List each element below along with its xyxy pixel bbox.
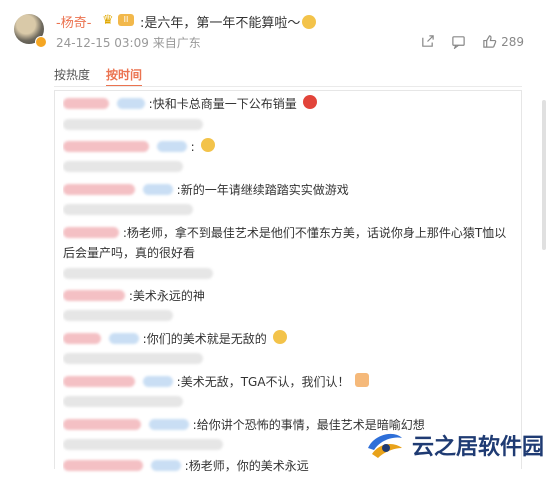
blurred-badge <box>142 184 173 195</box>
post-location: 来自广东 <box>152 36 201 50</box>
post-text-content: :是六年，第一年不能算啦～ <box>140 16 301 31</box>
blurred-username <box>63 184 135 195</box>
like-count: 289 <box>501 34 524 49</box>
comment-text: :快和卡总商量一下公布销量 <box>148 97 297 111</box>
angry-emoji-icon <box>302 95 317 109</box>
watermark-text: 云之居软件园 <box>411 435 544 460</box>
comment-text: :新的一年请继续踏踏实实做游戏 <box>176 183 349 197</box>
blurred-text <box>63 310 173 321</box>
comment-row[interactable]: :你们的美术就是无敌的 <box>63 330 513 350</box>
blurred-badge <box>108 333 139 344</box>
comment-row[interactable]: :美术永远的神 <box>63 287 513 307</box>
comment-icon <box>452 36 465 49</box>
author-name[interactable]: -杨奇- <box>56 12 91 31</box>
tab-sort-hot[interactable]: 按热度 <box>54 66 90 83</box>
blurred-username <box>63 290 125 301</box>
crown-icon: ♛ <box>102 13 114 28</box>
comment-row[interactable]: :快和卡总商量一下公布销量 <box>63 95 513 115</box>
level-badge: II <box>118 14 134 26</box>
comment-row[interactable]: :新的一年请继续踏踏实实做游戏 <box>63 181 513 201</box>
comment-reply-row <box>63 202 513 222</box>
comment-text: :杨老师，你的美术永远 <box>184 459 309 473</box>
thumbs-up-emoji-icon <box>355 373 370 387</box>
scrollbar[interactable] <box>542 100 546 250</box>
post-timestamp: 24-12-15 03:09 <box>56 36 149 50</box>
comment-reply-row <box>63 351 513 371</box>
comment-row[interactable]: :美术无敌，TGA不认，我们认！ <box>63 373 513 393</box>
blurred-text <box>63 161 183 172</box>
blurred-text <box>63 353 203 364</box>
comment-text: :你们的美术就是无敌的 <box>142 332 267 346</box>
comment-text: :美术无敌，TGA不认，我们认！ <box>176 375 350 389</box>
comment-text: 后会量产吗，真的很好看 <box>63 246 196 260</box>
post-text: :是六年，第一年不能算啦～ <box>140 12 317 31</box>
blurred-username <box>63 333 101 344</box>
comment-reply-row <box>63 266 513 286</box>
comment-button[interactable] <box>451 34 466 49</box>
share-icon <box>422 35 434 47</box>
like-button[interactable]: 289 <box>482 34 524 49</box>
blurred-text <box>63 119 203 130</box>
blurred-badge <box>150 460 181 471</box>
comment-row[interactable]: :杨老师，拿不到最佳艺术是他们不懂东方美，话说你身上那件心猿T恤以 <box>63 224 513 244</box>
blurred-username <box>63 98 109 109</box>
crying-emoji-icon <box>272 330 287 344</box>
blurred-username <box>63 376 135 387</box>
blurred-badge <box>148 419 189 430</box>
blurred-username <box>63 141 149 152</box>
blurred-badge <box>142 376 173 387</box>
comment-reply-row <box>63 117 513 137</box>
weibo-post-header: -杨奇- ♛ II :是六年，第一年不能算啦～ 24-12-15 03:09 来… <box>0 0 550 62</box>
blurred-text <box>63 439 223 450</box>
blurred-text <box>63 396 183 407</box>
comment-reply-row <box>63 394 513 414</box>
blurred-text <box>63 204 193 215</box>
blurred-badge <box>156 141 187 152</box>
post-actions: 289 <box>420 34 524 49</box>
blurred-username <box>63 460 143 471</box>
comment-reply-row <box>63 308 513 328</box>
comment-row-continuation: 后会量产吗，真的很好看 <box>63 244 513 264</box>
comment-text: :美术永远的神 <box>128 289 205 303</box>
site-logo-icon <box>367 433 402 458</box>
like-icon <box>483 35 497 48</box>
comment-reply-row <box>63 159 513 179</box>
share-button[interactable] <box>420 34 435 49</box>
verified-badge-icon <box>35 36 47 48</box>
comment-row[interactable]: : <box>63 138 513 158</box>
blurred-text <box>63 268 213 279</box>
divider <box>54 86 522 87</box>
laugh-emoji-icon <box>302 15 317 29</box>
post-meta: 24-12-15 03:09 来自广东 <box>56 34 201 51</box>
blurred-username <box>63 419 141 430</box>
comment-text: :杨老师，拿不到最佳艺术是他们不懂东方美，话说你身上那件心猿T恤以 <box>122 226 507 240</box>
comment-text: : <box>190 139 195 154</box>
comment-list: :快和卡总商量一下公布销量 : :新的一年请继续踏踏实实做游戏 :杨老师，拿不到… <box>54 90 522 473</box>
watermark: 云之居软件园 <box>364 428 544 462</box>
comment-sort-tabs: 按热度 按时间 <box>54 66 143 87</box>
blurred-badge <box>116 98 145 109</box>
blurred-username <box>63 227 119 238</box>
tab-sort-time[interactable]: 按时间 <box>106 66 143 87</box>
dog-emoji-icon <box>200 138 215 152</box>
